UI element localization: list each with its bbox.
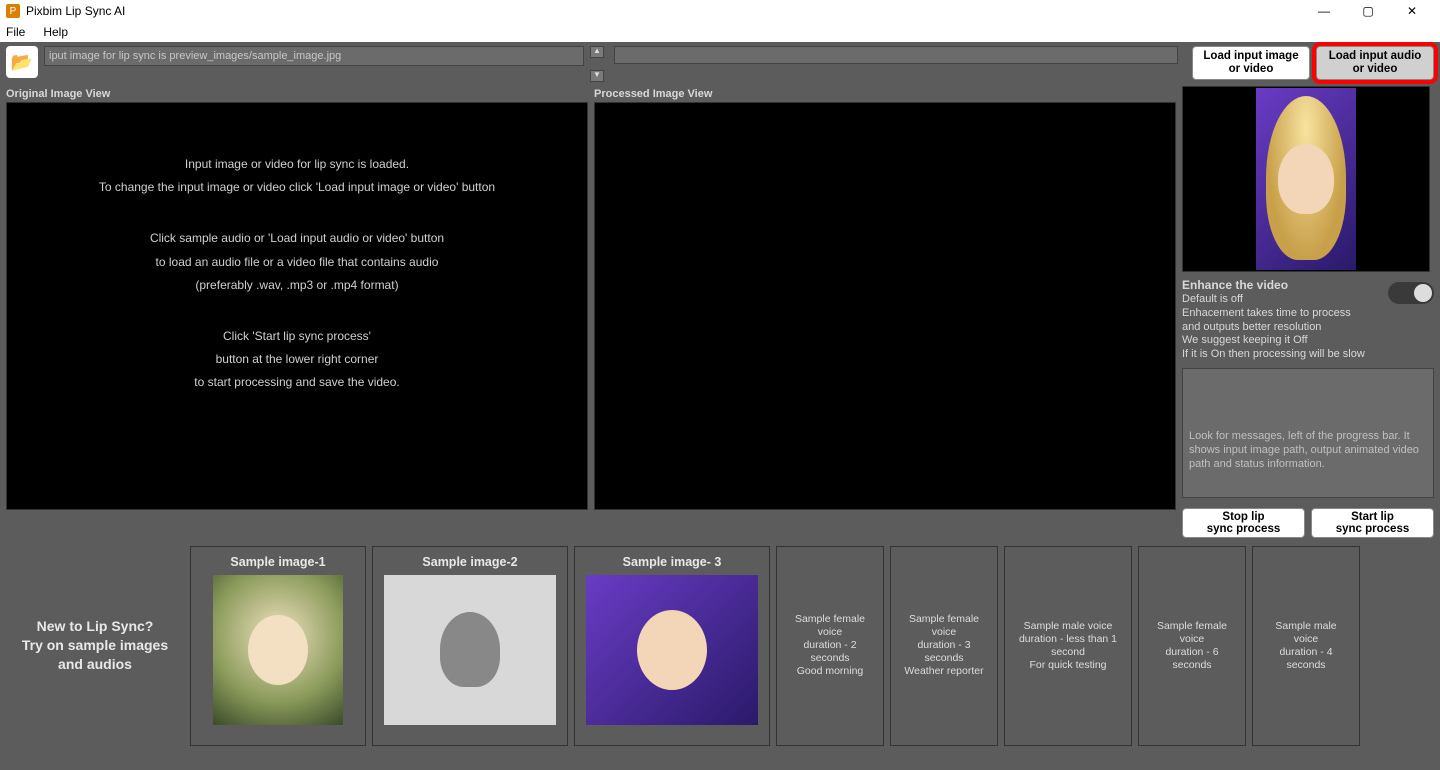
intro-l3: and audios xyxy=(58,655,132,674)
orig-p3-l2: button at the lower right corner xyxy=(194,348,399,371)
a3-l1: Sample male voice xyxy=(1024,620,1113,633)
orig-p2-l2: to load an audio file or a video file th… xyxy=(150,251,444,274)
load-audio-l1: Load input audio xyxy=(1317,50,1433,63)
processed-image-label: Processed Image View xyxy=(594,86,1176,102)
intro-l1: New to Lip Sync? xyxy=(37,617,154,636)
orig-p1-l2: To change the input image or video click… xyxy=(99,176,495,199)
start-l1: Start lip xyxy=(1351,511,1394,523)
spinner-up-icon[interactable]: ▲ xyxy=(590,46,604,58)
a5-l2: duration - 4 seconds xyxy=(1263,646,1349,672)
sample-image-2[interactable]: Sample image-2 xyxy=(372,546,568,746)
orig-p2-l3: (preferably .wav, .mp3 or .mp4 format) xyxy=(150,274,444,297)
titlebar: P Pixbim Lip Sync AI — ▢ ✕ xyxy=(0,0,1440,22)
enhance-l5: If it is On then processing will be slow xyxy=(1182,348,1380,362)
sample-audio-5[interactable]: Sample male voice duration - 4 seconds xyxy=(1252,546,1360,746)
sample-audio-2[interactable]: Sample female voice duration - 3 seconds… xyxy=(890,546,998,746)
a1-l2: duration - 2 seconds xyxy=(787,639,873,665)
original-image-label: Original Image View xyxy=(6,86,588,102)
load-audio-l2: or video xyxy=(1317,63,1433,76)
preview-thumbnail xyxy=(1256,88,1356,270)
load-input-audio-button[interactable]: Load input audio or video xyxy=(1316,46,1434,80)
load-image-l1: Load input image xyxy=(1193,50,1309,63)
enhance-l2: Enhacement takes time to process xyxy=(1182,307,1380,321)
input-image-path-field[interactable]: iput image for lip sync is preview_image… xyxy=(44,46,584,66)
spinner-down-icon[interactable]: ▼ xyxy=(590,70,604,82)
sample-image-1[interactable]: Sample image-1 xyxy=(190,546,366,746)
original-image-panel: Original Image View Input image or video… xyxy=(6,86,588,538)
messages-box: Look for messages, left of the progress … xyxy=(1182,368,1434,498)
sample-audio-1[interactable]: Sample female voice duration - 2 seconds… xyxy=(776,546,884,746)
a2-l3: Weather reporter xyxy=(904,665,983,678)
sample-image-1-thumb xyxy=(213,575,343,725)
folder-icon: 📂 xyxy=(11,52,33,73)
right-column: Enhance the video Default is off Enhacem… xyxy=(1182,86,1434,538)
input-audio-path-field[interactable] xyxy=(614,46,1178,64)
sample-image-3-title: Sample image- 3 xyxy=(623,553,722,575)
sample-image-3[interactable]: Sample image- 3 xyxy=(574,546,770,746)
stop-l1: Stop lip xyxy=(1222,511,1264,523)
a3-l3: For quick testing xyxy=(1029,659,1106,672)
enhance-l1: Default is off xyxy=(1182,293,1380,307)
preview-thumbnail-box xyxy=(1182,86,1430,272)
enhance-title: Enhance the video xyxy=(1182,278,1380,293)
a2-l2: duration - 3 seconds xyxy=(901,639,987,665)
path-spinner: ▲ ▼ xyxy=(590,46,604,82)
stop-lip-sync-button[interactable]: Stop lip sync process xyxy=(1182,508,1305,538)
enhance-l4: We suggest keeping it Off xyxy=(1182,334,1380,348)
a2-l1: Sample female voice xyxy=(901,613,987,639)
app-icon: P xyxy=(6,4,20,18)
menu-file[interactable]: File xyxy=(6,25,25,39)
enhance-block: Enhance the video Default is off Enhacem… xyxy=(1182,278,1434,362)
messages-text: Look for messages, left of the progress … xyxy=(1189,430,1419,471)
close-button[interactable]: ✕ xyxy=(1390,0,1434,22)
original-image-view: Input image or video for lip sync is loa… xyxy=(6,102,588,510)
top-row: 📂 iput image for lip sync is preview_ima… xyxy=(6,46,1434,82)
sample-audio-4[interactable]: Sample female voice duration - 6 seconds xyxy=(1138,546,1246,746)
samples-row: New to Lip Sync? Try on sample images an… xyxy=(6,546,1434,746)
sample-image-2-title: Sample image-2 xyxy=(422,553,517,575)
menubar: File Help xyxy=(0,22,1440,42)
a3-l2: duration - less than 1 second xyxy=(1015,633,1121,659)
enhance-l3: and outputs better resolution xyxy=(1182,321,1380,335)
maximize-button[interactable]: ▢ xyxy=(1346,0,1390,22)
intro-text: New to Lip Sync? Try on sample images an… xyxy=(6,546,184,746)
a1-l1: Sample female voice xyxy=(787,613,873,639)
orig-p3-l1: Click 'Start lip sync process' xyxy=(194,325,399,348)
orig-p2-l1: Click sample audio or 'Load input audio … xyxy=(150,227,444,250)
processed-image-panel: Processed Image View xyxy=(594,86,1176,538)
start-lip-sync-button[interactable]: Start lip sync process xyxy=(1311,508,1434,538)
toggle-knob-icon xyxy=(1414,284,1432,302)
sample-image-1-title: Sample image-1 xyxy=(230,553,325,575)
a4-l2: duration - 6 seconds xyxy=(1149,646,1235,672)
start-l2: sync process xyxy=(1336,523,1410,535)
stop-l2: sync process xyxy=(1207,523,1281,535)
a1-l3: Good morning xyxy=(797,665,864,678)
a4-l1: Sample female voice xyxy=(1149,620,1235,646)
load-image-l2: or video xyxy=(1193,63,1309,76)
sample-audio-3[interactable]: Sample male voice duration - less than 1… xyxy=(1004,546,1132,746)
processed-image-view xyxy=(594,102,1176,510)
sample-image-3-thumb xyxy=(586,575,758,725)
minimize-button[interactable]: — xyxy=(1302,0,1346,22)
window-title: Pixbim Lip Sync AI xyxy=(26,4,125,18)
orig-p1-l1: Input image or video for lip sync is loa… xyxy=(99,153,495,176)
a5-l1: Sample male voice xyxy=(1263,620,1349,646)
open-folder-button[interactable]: 📂 xyxy=(6,46,38,78)
menu-help[interactable]: Help xyxy=(43,25,68,39)
orig-p3-l3: to start processing and save the video. xyxy=(194,371,399,394)
sample-image-2-thumb xyxy=(384,575,556,725)
enhance-toggle[interactable] xyxy=(1388,282,1434,304)
intro-l2: Try on sample images xyxy=(22,636,168,655)
load-input-image-button[interactable]: Load input image or video xyxy=(1192,46,1310,80)
